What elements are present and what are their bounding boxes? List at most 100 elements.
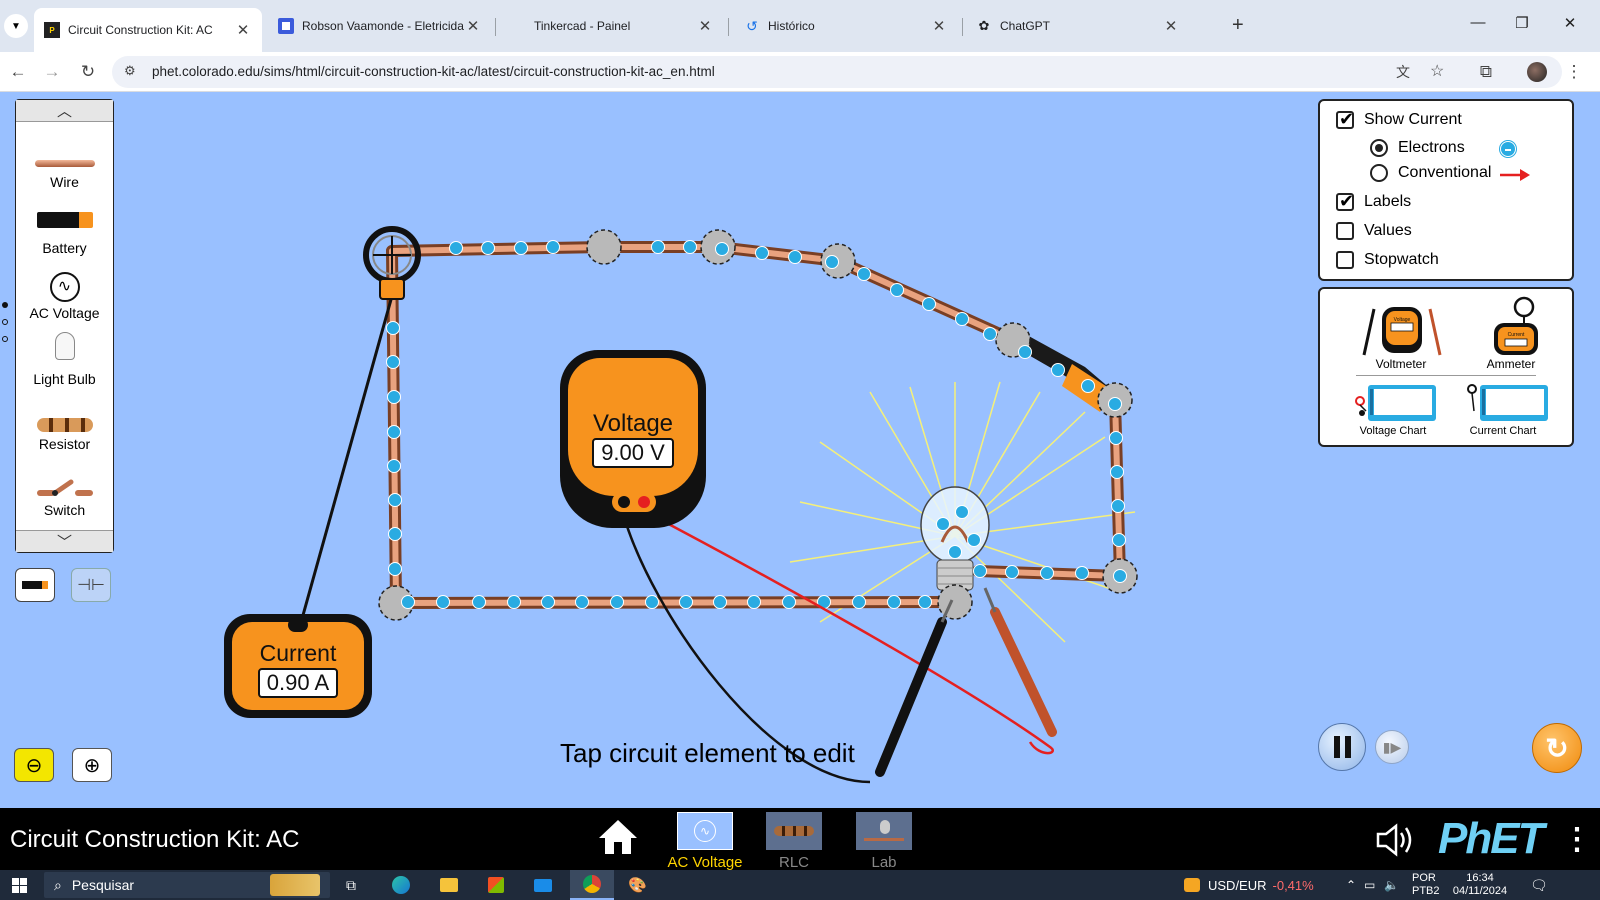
toolbox-scroll-up-button[interactable]: ︿ (16, 100, 113, 122)
tab-robson[interactable]: Robson Vaamonde - Eletricidad ✕ (268, 8, 492, 44)
home-button[interactable] (597, 816, 639, 858)
reset-all-button[interactable]: ↻ (1532, 723, 1582, 773)
forms-favicon-icon (278, 18, 294, 34)
new-tab-button[interactable]: + (1232, 14, 1244, 37)
voltmeter-black-probe[interactable] (875, 599, 954, 777)
edge-icon[interactable] (392, 875, 410, 895)
checkbox-unchecked (1336, 251, 1354, 269)
lab-screen-icon (856, 812, 912, 850)
labels-checkbox[interactable]: Labels (1336, 191, 1411, 212)
voltmeter-jacks (612, 492, 656, 512)
taskbar-search-box[interactable]: ⌕ Pesquisar (44, 872, 330, 898)
minimize-icon[interactable]: — (1464, 14, 1492, 31)
clock-date: 04/11/2024 (1452, 885, 1508, 897)
tab-search-button[interactable]: ▼ (4, 14, 28, 38)
circuit-wires[interactable] (386, 241, 1126, 609)
close-icon[interactable]: ✕ (696, 17, 714, 35)
toolbox-label-wire: Wire (50, 174, 79, 190)
currency-widget[interactable]: USD/EUR -0,41% (1184, 875, 1314, 895)
translate-icon[interactable]: 文 (1396, 62, 1410, 82)
toolbox-label-resistor: Resistor (38, 436, 91, 452)
forward-icon[interactable]: → (40, 60, 64, 84)
stopwatch-checkbox[interactable]: Stopwatch (1336, 251, 1439, 269)
url-field[interactable]: ⚙ phet.colorado.edu/sims/html/circuit-co… (112, 56, 1562, 88)
tab-circuit-construction-kit[interactable]: P Circuit Construction Kit: AC ✕ (34, 8, 262, 52)
tab-historico[interactable]: ↺ Histórico ✕ (734, 8, 958, 44)
windows-start-icon[interactable] (12, 875, 27, 895)
taskbar-search-placeholder: Pesquisar (71, 877, 135, 893)
browser-tab-bar: ▼ P Circuit Construction Kit: AC ✕ Robso… (0, 0, 1600, 52)
close-icon[interactable]: ✕ (930, 17, 948, 35)
play-pause-button[interactable] (1318, 723, 1366, 771)
close-icon[interactable]: ✕ (464, 17, 482, 35)
toolbox-label-ac-voltage: AC Voltage (29, 305, 100, 321)
tab-title: Robson Vaamonde - Eletricidad (302, 19, 464, 33)
step-forward-button[interactable]: ▮▶ (1375, 730, 1409, 764)
network-icon[interactable]: ▭ (1364, 875, 1375, 895)
tab-separator (962, 18, 963, 36)
task-view-icon[interactable]: ⧉ (346, 875, 356, 895)
file-explorer-icon[interactable] (440, 875, 458, 895)
close-icon[interactable]: ✕ (234, 21, 252, 39)
restore-icon[interactable]: ❐ (1508, 14, 1536, 32)
zoom-in-button[interactable]: ⊕ (72, 748, 112, 782)
phet-navigation-bar: Circuit Construction Kit: AC ∿ AC Voltag… (0, 808, 1600, 871)
site-settings-icon[interactable]: ⚙ (124, 63, 136, 79)
paint-icon[interactable]: 🎨 (628, 875, 647, 895)
url-text: phet.colorado.edu/sims/html/circuit-cons… (152, 64, 715, 79)
toolbox-label-light-bulb: Light Bulb (33, 371, 96, 387)
clock[interactable]: 16:34 04/11/2024 (1448, 872, 1512, 898)
ammeter-reading: 0.90 A (258, 668, 338, 698)
checkbox-checked (1336, 109, 1354, 130)
screen-rlc[interactable]: RLC (754, 812, 834, 871)
store-icon[interactable] (488, 875, 504, 895)
volume-muted-icon[interactable]: 🔈 (1384, 875, 1399, 895)
electrons (386, 240, 1127, 609)
toolbox-scroll-down-button[interactable]: ﹀ (16, 530, 113, 552)
screen-lab[interactable]: Lab (844, 812, 924, 871)
extensions-icon[interactable]: ⧉ (1474, 60, 1498, 84)
reload-icon[interactable]: ↻ (76, 60, 100, 84)
light-bulb-icon (54, 332, 75, 360)
values-checkbox[interactable]: Values (1336, 222, 1412, 240)
screen-ac-voltage[interactable]: ∿ AC Voltage (665, 812, 745, 871)
ammeter[interactable]: Current 0.90 A (224, 614, 372, 718)
audio-button[interactable] (1374, 822, 1416, 858)
mail-icon[interactable] (534, 875, 552, 895)
chrome-taskbar-icon[interactable] (570, 870, 614, 900)
close-icon[interactable]: ✕ (1162, 17, 1180, 35)
zoom-out-button[interactable]: ⊖ (14, 748, 54, 782)
tab-title: Tinkercad - Painel (534, 19, 631, 33)
show-current-checkbox[interactable]: Show Current (1336, 109, 1462, 130)
electrons-radio[interactable]: Electrons (1370, 139, 1465, 157)
ammeter-tool[interactable]: Current (1478, 295, 1548, 361)
history-icon: ↺ (746, 17, 758, 34)
phet-logo[interactable]: PhET (1438, 814, 1544, 864)
wire-junctions[interactable] (378, 229, 1138, 621)
tinkercad-favicon-icon (510, 18, 526, 34)
language-indicator[interactable]: POR PTB2 (1412, 872, 1440, 898)
phet-menu-kebab-icon[interactable]: ⋮ (1562, 822, 1592, 857)
tab-tinkercad[interactable]: Tinkercad - Painel ✕ (500, 8, 724, 44)
sensor-divider (1356, 375, 1536, 376)
resistor-icon (36, 418, 93, 432)
window-close-icon[interactable]: ✕ (1556, 14, 1584, 32)
menu-kebab-icon[interactable]: ⋮ (1562, 60, 1586, 84)
notification-icon[interactable]: 🗨 (1530, 875, 1548, 895)
conventional-radio[interactable]: Conventional (1370, 164, 1491, 182)
voltage-chart-tool[interactable] (1354, 383, 1438, 423)
back-icon[interactable]: ← (6, 60, 30, 84)
profile-avatar[interactable] (1527, 62, 1547, 82)
schematic-battery-icon: ⊣⊢ (77, 577, 105, 594)
tab-chatgpt[interactable]: ✿ ChatGPT ✕ (966, 8, 1190, 44)
language-bottom: PTB2 (1412, 885, 1440, 897)
tray-expand-icon[interactable]: ⌃ (1346, 875, 1356, 895)
ac-voltage-screen-icon: ∿ (677, 812, 733, 850)
schematic-view-button[interactable]: ⊣⊢ (71, 568, 111, 602)
component-toolbox: ︿ Wire Battery ∿ AC Voltage Light Bulb R… (15, 99, 114, 553)
bookmark-star-icon[interactable]: ☆ (1430, 61, 1444, 81)
voltage-chart-icon (1355, 385, 1436, 421)
voltmeter[interactable]: Voltage 9.00 V (560, 350, 706, 528)
lifelike-view-button[interactable] (15, 568, 55, 602)
current-chart-tool[interactable] (1466, 383, 1550, 423)
